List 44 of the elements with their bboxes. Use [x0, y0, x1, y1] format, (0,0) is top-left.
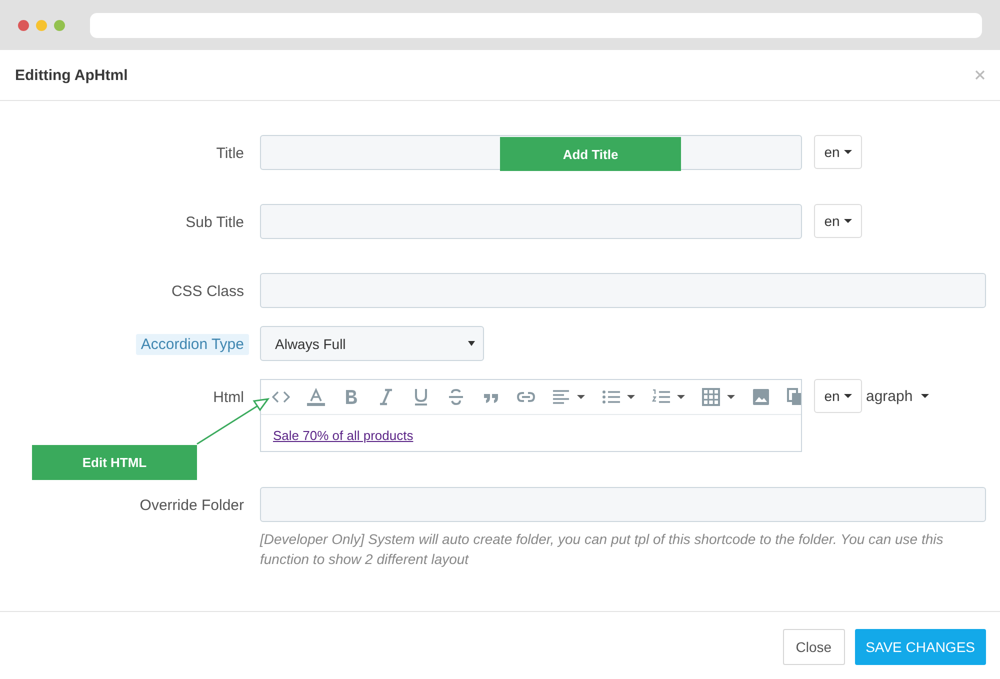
- table-icon[interactable]: [702, 388, 720, 406]
- align-left-icon[interactable]: [552, 388, 570, 406]
- caret-icon[interactable]: [920, 394, 929, 398]
- callout-tooltip: Edit HTML: [32, 445, 197, 480]
- caret-icon[interactable]: [577, 395, 585, 399]
- caret-icon[interactable]: [468, 341, 475, 346]
- close-button[interactable]: Close: [782, 629, 845, 665]
- text-input[interactable]: [260, 273, 986, 308]
- text-input[interactable]: [260, 204, 802, 239]
- field-label: CSS Class: [170, 282, 245, 302]
- select-dropdown[interactable]: Always Full: [260, 326, 484, 361]
- close-icon[interactable]: [975, 70, 985, 80]
- field-label: Title: [215, 144, 245, 164]
- strikethrough-icon[interactable]: [447, 388, 465, 406]
- image-icon[interactable]: [752, 388, 770, 406]
- language-dropdown[interactable]: en: [814, 379, 862, 413]
- numbered-list-icon[interactable]: [652, 388, 670, 406]
- text-color-icon[interactable]: [307, 388, 325, 406]
- bullet-list-icon[interactable]: [602, 388, 620, 406]
- copy-icon[interactable]: [787, 388, 801, 406]
- caret-icon[interactable]: [677, 395, 685, 399]
- field-label: Sub Title: [184, 213, 245, 233]
- caret-icon[interactable]: [727, 395, 735, 399]
- field-label: Override Folder: [138, 496, 245, 516]
- field-label: Accordion Type: [136, 334, 249, 355]
- product-link[interactable]: Sale 70% of all products: [273, 428, 414, 443]
- language-dropdown[interactable]: en: [814, 135, 862, 169]
- help-text: [Developer Only] System will auto create folder, you can put tpl of this shortcode to the folder. You can use this function to show 2 different layout: [260, 530, 944, 569]
- html-editor[interactable]: Sale 70% of all products: [260, 379, 802, 452]
- text-input[interactable]: [260, 487, 986, 522]
- field-label: Html: [212, 388, 245, 408]
- caret-icon[interactable]: [844, 219, 852, 223]
- maximize-window-dot[interactable]: [54, 20, 65, 30]
- dialog-title: Editting ApHtml: [15, 66, 128, 84]
- underline-icon[interactable]: [412, 388, 430, 406]
- italic-icon[interactable]: [377, 388, 395, 406]
- caret-icon[interactable]: [844, 150, 852, 154]
- caret-icon[interactable]: [627, 395, 635, 399]
- paragraph-dropdown[interactable]: agraph: [866, 388, 929, 404]
- minimize-window-dot[interactable]: [36, 20, 47, 30]
- callout-tooltip: Add Title: [500, 137, 681, 171]
- close-window-dot[interactable]: [18, 20, 29, 30]
- language-dropdown[interactable]: en: [814, 204, 862, 238]
- caret-icon[interactable]: [844, 394, 852, 398]
